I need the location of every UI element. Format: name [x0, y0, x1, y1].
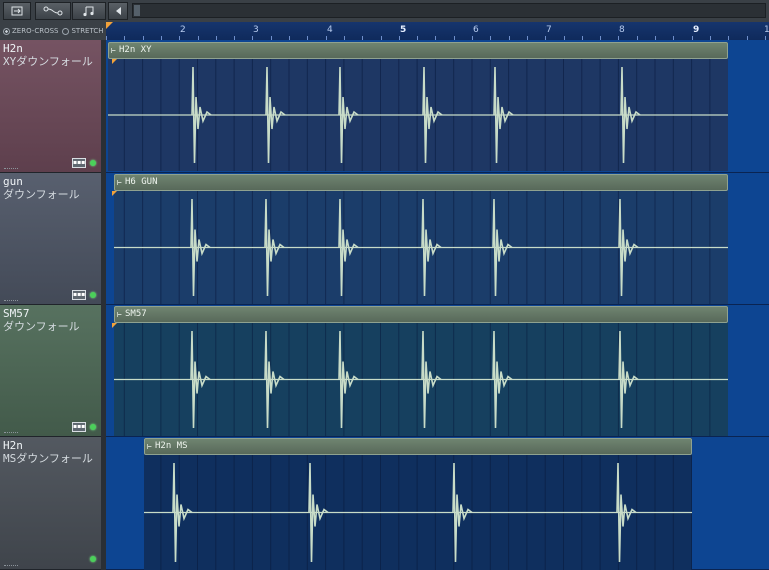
clip-menu-icon[interactable]: ⊢ [117, 307, 122, 322]
clip-menu-icon[interactable]: ⊢ [147, 439, 152, 454]
playlist-lane-2[interactable]: ⊢ H6 GUN [106, 173, 769, 305]
clip-label: H2n XY [119, 45, 152, 55]
audio-clip[interactable]: ⊢ SM57 [112, 306, 728, 436]
audio-clip[interactable]: ⊢ H2n MS [144, 438, 692, 570]
clip-waveform [114, 323, 728, 436]
ruler-number: 6 [473, 25, 479, 35]
track-header-3[interactable]: SM57 ダウンフォール ▪▪▪ [0, 305, 101, 437]
snap-button[interactable] [3, 2, 31, 20]
ruler-number: 8 [619, 25, 625, 35]
note-tool-button[interactable] [72, 2, 106, 20]
audio-clip[interactable]: ⊢ H6 GUN [112, 174, 728, 304]
zero-cross-option[interactable]: ZERO-CROSS [3, 27, 58, 35]
track-title: H2n [3, 439, 23, 452]
clip-waveform [114, 191, 728, 304]
zero-cross-label: ZERO-CROSS [12, 27, 59, 35]
track-mute-icon[interactable]: ▪▪▪ [72, 290, 86, 300]
clip-title-bar[interactable]: ⊢ SM57 [114, 306, 728, 323]
track-name: H2n MSダウンフォール [3, 439, 101, 465]
waveform-svg [144, 455, 692, 570]
triangle-left-icon [116, 7, 121, 15]
playhead-marker-icon[interactable] [106, 22, 113, 29]
snap-options: ZERO-CROSS STRETCH [0, 22, 106, 40]
waveform-svg [114, 323, 728, 436]
clip-start-marker-icon [112, 323, 117, 328]
ruler-number: 2 [180, 25, 186, 35]
ruler-number: 5 [400, 25, 407, 35]
clip-waveform [108, 59, 728, 171]
track-title: H2n [3, 42, 23, 55]
track-resize-grip[interactable] [4, 565, 18, 567]
scroll-left-button[interactable] [108, 2, 128, 20]
clip-title-bar[interactable]: ⊢ H2n XY [108, 42, 728, 59]
track-subtitle: XYダウンフォール [3, 55, 93, 68]
playlist-lane-1[interactable]: ⊢ H2n XY [106, 40, 769, 173]
ruler-number: 1 [764, 25, 769, 35]
playlist-toolbar [0, 0, 769, 23]
ruler-number: 4 [327, 25, 333, 35]
track-mute-icon[interactable]: ▪▪▪ [72, 158, 86, 168]
playlist-area[interactable]: ⊢ H2n XY ⊢ H6 GUN ⊢ SM57 ⊢ H2n MS [106, 40, 769, 570]
track-name: gun ダウンフォール [3, 175, 101, 201]
ruler-number: 3 [253, 25, 259, 35]
curve-icon [43, 6, 63, 16]
track-header-4[interactable]: H2n MSダウンフォール [0, 437, 101, 570]
music-note-icon [83, 6, 94, 17]
slide-tool-button[interactable] [35, 2, 71, 20]
track-header-2[interactable]: gun ダウンフォール ▪▪▪ [0, 173, 101, 305]
track-name: H2n XYダウンフォール [3, 42, 101, 68]
track-header-1[interactable]: H2n XYダウンフォール ▪▪▪ [0, 40, 101, 173]
clip-menu-icon[interactable]: ⊢ [117, 175, 122, 190]
clip-label: H6 GUN [125, 177, 158, 187]
track-name: SM57 ダウンフォール [3, 307, 101, 333]
playlist-lane-4[interactable]: ⊢ H2n MS [106, 437, 769, 570]
clip-menu-icon[interactable]: ⊢ [111, 43, 116, 58]
track-subtitle: MSダウンフォール [3, 452, 93, 465]
timeline-ruler[interactable]: 2 3 4 5 6 7 8 9 1 [106, 22, 769, 41]
ruler-number: 9 [693, 25, 700, 35]
snap-icon [11, 6, 23, 16]
stretch-label: STRETCH [71, 27, 104, 35]
track-resize-grip[interactable] [4, 432, 18, 434]
track-active-led[interactable] [90, 556, 96, 562]
ruler-number: 7 [546, 25, 552, 35]
stretch-option[interactable]: STRETCH [62, 27, 104, 35]
playlist-window: ZERO-CROSS STRETCH 2 3 4 5 6 7 8 9 1 H2n… [0, 0, 769, 570]
clip-label: SM57 [125, 309, 147, 319]
scrollbar-thumb[interactable] [134, 5, 140, 16]
track-active-led[interactable] [90, 424, 96, 430]
track-mute-icon[interactable]: ▪▪▪ [72, 422, 86, 432]
track-active-led[interactable] [90, 160, 96, 166]
track-subtitle: ダウンフォール [3, 188, 80, 201]
track-active-led[interactable] [90, 292, 96, 298]
clip-title-bar[interactable]: ⊢ H6 GUN [114, 174, 728, 191]
horizontal-scrollbar[interactable] [132, 3, 766, 18]
track-title: gun [3, 175, 23, 188]
clip-start-marker-icon [112, 191, 117, 196]
radio-icon [62, 27, 70, 35]
waveform-svg [108, 59, 728, 171]
audio-clip[interactable]: ⊢ H2n XY [108, 42, 728, 171]
playlist-lane-3[interactable]: ⊢ SM57 [106, 305, 769, 437]
radio-icon [3, 27, 10, 35]
track-resize-grip[interactable] [4, 168, 18, 170]
clip-waveform [144, 455, 692, 570]
waveform-svg [114, 191, 728, 304]
clip-title-bar[interactable]: ⊢ H2n MS [144, 438, 692, 455]
clip-label: H2n MS [155, 441, 188, 451]
track-title: SM57 [3, 307, 30, 320]
track-resize-grip[interactable] [4, 300, 18, 302]
track-subtitle: ダウンフォール [3, 320, 80, 333]
clip-start-marker-icon [112, 59, 117, 64]
